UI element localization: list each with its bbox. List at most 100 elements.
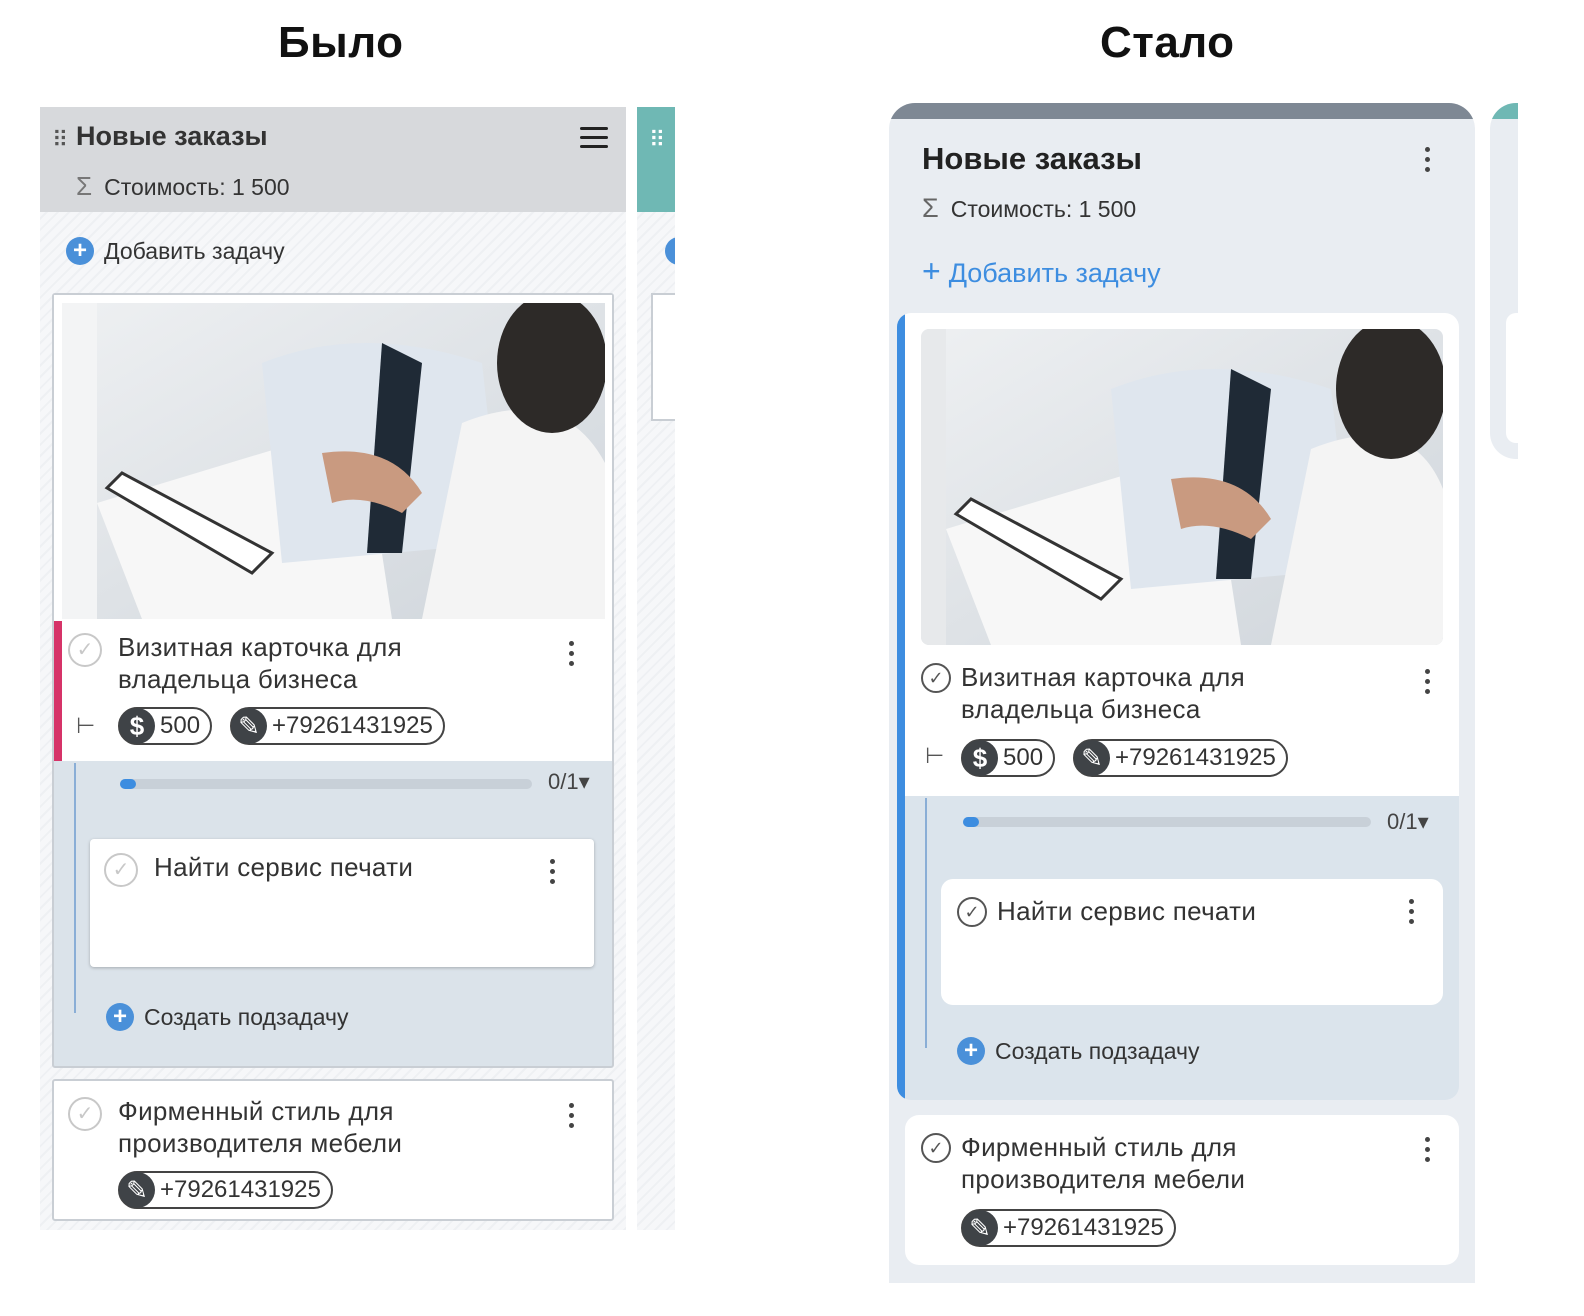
column-sum-label: Стоимость: 1 500 [950, 196, 1137, 222]
task-more-icon[interactable] [569, 1103, 575, 1129]
add-task-button[interactable]: + Добавить задачу [922, 253, 1161, 290]
phone-value: +79261431925 [160, 1176, 321, 1203]
column-more-icon[interactable] [1425, 147, 1431, 173]
task-cover-image [921, 329, 1443, 645]
after-heading: Стало [1100, 18, 1235, 67]
task-title-line2: владельца бизнеса [118, 664, 358, 694]
price-value: 500 [160, 712, 201, 739]
subtask-title: Найти сервис печати [154, 852, 414, 882]
complete-check-icon[interactable]: ✓ [68, 633, 102, 667]
phone-value: +79261431925 [1003, 1214, 1164, 1241]
drag-handle-icon[interactable]: ⠿ [52, 127, 68, 153]
column-sum-label: Стоимость: 1 500 [104, 174, 290, 200]
new-kanban-column: Новые заказы Σ Стоимость: 1 500 + Добавить… [889, 103, 1475, 1283]
task-title-line2: производителя мебели [118, 1128, 403, 1158]
complete-check-icon[interactable]: ✓ [921, 663, 951, 693]
task-card[interactable]: ✓ Фирменный стиль для производителя мебе… [52, 1079, 614, 1221]
create-subtask-button[interactable]: + Создать подзадачу [957, 1037, 1199, 1065]
task-card[interactable]: ✓ Визитная карточка для владельца бизнес… [52, 293, 614, 1068]
before-heading: Было [278, 18, 404, 67]
task-card[interactable]: ✓ Визитная карточка для владельца бизнес… [897, 313, 1459, 1100]
phone-badge[interactable]: ✎ +79261431925 [1073, 739, 1288, 777]
plus-icon: + [922, 253, 941, 289]
drag-handle-icon[interactable]: ⠿ [649, 127, 665, 153]
subtasks-tree-icon: ⊢ [925, 743, 945, 768]
plus-circle-icon: + [66, 237, 94, 265]
subtask-progress-fill [120, 779, 136, 789]
column-sum: Σ Стоимость: 1 500 [76, 171, 290, 202]
phone-badge[interactable]: ✎ +79261431925 [961, 1209, 1176, 1247]
old-next-column-header: ⠿ [637, 107, 675, 212]
phone-badge[interactable]: ✎ +79261431925 [230, 707, 445, 745]
sigma-icon: Σ [76, 171, 93, 201]
dollar-icon: $ [962, 740, 998, 776]
task-more-icon[interactable] [1425, 669, 1431, 695]
add-task-label: Добавить задачу [104, 237, 285, 264]
task-more-icon[interactable] [1425, 1137, 1431, 1163]
task-title-line1: Фирменный стиль для [118, 1096, 394, 1126]
phone-value: +79261431925 [1115, 744, 1276, 771]
priority-bar [54, 621, 62, 761]
subtask-progress-count: 0/1 [548, 769, 579, 794]
subtask-more-icon[interactable] [1409, 899, 1415, 925]
create-subtask-label: Создать подзадачу [144, 1003, 349, 1030]
plus-circle-icon: + [957, 1037, 985, 1065]
pin-icon: ✎ [1074, 740, 1110, 776]
old-next-column: ⠿ [637, 107, 675, 1230]
subtask-progress-toggle[interactable]: 0/1▾ [1387, 809, 1429, 835]
task-card-main: ✓ Визитная карточка для владельца бизнес… [905, 313, 1459, 796]
plus-circle-icon[interactable] [665, 237, 675, 265]
task-title-line1: Визитная карточка для [961, 662, 1246, 692]
subtask-card[interactable]: ✓ Найти сервис печати [941, 879, 1443, 1005]
complete-check-icon[interactable]: ✓ [68, 1097, 102, 1131]
subtask-title: Найти сервис печати [997, 896, 1257, 926]
subtask-connector [925, 798, 927, 1048]
complete-check-icon[interactable]: ✓ [104, 853, 138, 887]
create-subtask-label: Создать подзадачу [995, 1037, 1200, 1064]
column-color-bar [889, 103, 1475, 119]
plus-circle-icon: + [106, 1003, 134, 1031]
task-more-icon[interactable] [569, 641, 575, 667]
task-card[interactable]: ✓ Фирменный стиль для производителя мебе… [905, 1115, 1459, 1265]
subtask-connector [74, 763, 76, 1013]
price-badge[interactable]: $ 500 [118, 707, 213, 745]
hamburger-menu-icon[interactable] [580, 127, 608, 149]
subtask-progress-toggle[interactable]: 0/1▾ [548, 769, 590, 795]
column-color-bar [1490, 103, 1518, 119]
task-title-line1: Визитная карточка для [118, 632, 403, 662]
pin-icon: ✎ [119, 1172, 155, 1208]
pin-icon: ✎ [231, 708, 267, 744]
task-title-line2: владельца бизнеса [961, 694, 1201, 724]
dollar-icon: $ [119, 708, 155, 744]
column-title: Новые заказы [922, 141, 1142, 176]
price-value: 500 [1003, 744, 1044, 771]
priority-bar [897, 313, 905, 1100]
task-title-line2: производителя мебели [961, 1164, 1246, 1194]
subtask-card[interactable]: ✓ Найти сервис печати [90, 839, 594, 967]
task-title[interactable]: Фирменный стиль для производителя мебели [118, 1095, 402, 1159]
task-title[interactable]: Визитная карточка для владельца бизнеса [961, 661, 1245, 725]
task-title[interactable]: Визитная карточка для владельца бизнеса [118, 631, 402, 695]
subtask-progress-bar [963, 817, 1371, 827]
create-subtask-button[interactable]: + Создать подзадачу [106, 1003, 348, 1031]
phone-value: +79261431925 [272, 712, 433, 739]
subtask-progress-fill [963, 817, 979, 827]
task-cover-image [62, 303, 605, 619]
subtask-more-icon[interactable] [550, 859, 556, 885]
task-card[interactable] [651, 293, 675, 421]
new-next-column [1490, 103, 1518, 459]
old-column-header: ⠿ Новые заказы Σ Стоимость: 1 500 [40, 107, 626, 212]
subtask-progress-bar [120, 779, 532, 789]
complete-check-icon[interactable]: ✓ [957, 897, 987, 927]
phone-badge[interactable]: ✎ +79261431925 [118, 1171, 333, 1209]
task-card[interactable] [1506, 313, 1518, 443]
column-sum: Σ Стоимость: 1 500 [922, 193, 1136, 224]
old-kanban-column: ⠿ Новые заказы Σ Стоимость: 1 500 + Добав… [40, 107, 626, 1230]
task-title[interactable]: Фирменный стиль для производителя мебели [961, 1131, 1245, 1195]
price-badge[interactable]: $ 500 [961, 739, 1056, 777]
add-task-button[interactable]: + Добавить задачу [66, 237, 285, 265]
sigma-icon: Σ [922, 193, 939, 223]
subtask-progress-count: 0/1 [1387, 809, 1418, 834]
complete-check-icon[interactable]: ✓ [921, 1133, 951, 1163]
column-title: Новые заказы [76, 121, 268, 151]
